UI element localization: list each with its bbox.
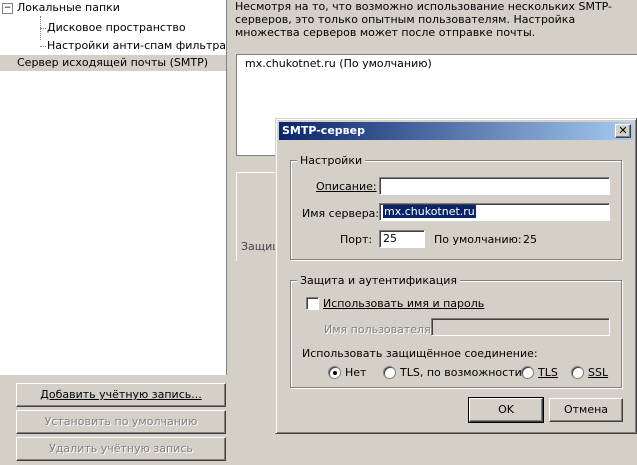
settings-group-title: Настройки [297, 154, 366, 167]
connection-none-label[interactable]: Нет [345, 366, 366, 380]
connection-tls-label[interactable]: TLS [538, 366, 558, 380]
tree-item-label: Локальные папки [17, 1, 120, 14]
dialog-titlebar[interactable]: SMTP-сервер ✕ [279, 122, 633, 140]
use-name-password-label[interactable]: Использовать имя и пароль [323, 297, 484, 311]
delete-account-button[interactable]: Удалить учётную запись [16, 437, 226, 461]
tree-connector [40, 28, 46, 29]
connection-ssl-label[interactable]: SSL [588, 366, 608, 380]
connection-ssl-radio[interactable] [571, 366, 584, 379]
tree-item-label: Настройки анти-спам фильтра [47, 39, 227, 52]
default-port-value: 25 [523, 233, 537, 246]
server-list-item[interactable]: mx.chukotnet.ru (По умолчанию) [245, 57, 432, 71]
security-group-title: Защита и аутентификация [297, 274, 460, 287]
server-name-input[interactable]: mx.chukotnet.ru [379, 203, 610, 221]
button-label: Добавить учётную запись... [40, 388, 202, 401]
username-input[interactable] [431, 318, 610, 336]
button-label: Удалить учётную запись [49, 442, 193, 455]
tree-item-label: Дисковое пространство [47, 21, 186, 34]
account-tree[interactable]: − Локальные папки Дисковое пространство … [0, 0, 227, 375]
cancel-button[interactable]: Отмена [549, 398, 623, 422]
tree-connector [40, 46, 46, 47]
port-label: Порт: [340, 233, 373, 246]
connection-none-radio[interactable] [328, 366, 341, 379]
close-button[interactable]: ✕ [615, 124, 631, 138]
server-name-label: Имя сервера: [302, 207, 380, 220]
tree-item-local-folders[interactable]: Локальные папки [17, 0, 120, 16]
secure-connection-label: Использовать защищённое соединение: [302, 347, 538, 360]
set-default-button[interactable]: Установить по умолчанию [16, 410, 226, 434]
smtp-server-dialog: SMTP-сервер ✕ Настройки Описание: Имя се… [275, 118, 637, 434]
connection-tls-if-available-label[interactable]: TLS, по возможности [400, 366, 522, 380]
radio-selected-icon [333, 371, 337, 375]
use-name-password-checkbox[interactable] [306, 297, 319, 310]
dialog-title: SMTP-сервер [282, 124, 365, 137]
close-icon: ✕ [618, 124, 628, 137]
tree-item-smtp[interactable]: Сервер исходящей почты (SMTP) [0, 55, 226, 71]
connection-tls-if-available-radio[interactable] [383, 366, 396, 379]
connection-tls-radio[interactable] [521, 366, 534, 379]
description-input[interactable] [379, 177, 610, 195]
username-label: Имя пользователя: [324, 323, 435, 336]
smtp-description: Несмотря на то, что возможно использован… [235, 0, 613, 39]
tree-item-disk-space[interactable]: Дисковое пространство [47, 20, 186, 36]
collapse-icon[interactable]: − [2, 3, 13, 14]
server-name-value: mx.chukotnet.ru [383, 205, 476, 218]
ok-button[interactable]: OK [468, 397, 544, 423]
button-label: Установить по умолчанию [44, 415, 198, 428]
description-label: Описание: [316, 180, 377, 193]
default-port-label: По умолчанию: [434, 233, 522, 246]
port-input[interactable]: 25 [379, 230, 425, 248]
tree-item-label: Сервер исходящей почты (SMTP) [17, 56, 209, 69]
tree-item-antispam[interactable]: Настройки анти-спам фильтра [47, 38, 226, 54]
add-account-button[interactable]: Добавить учётную запись... [16, 383, 226, 407]
